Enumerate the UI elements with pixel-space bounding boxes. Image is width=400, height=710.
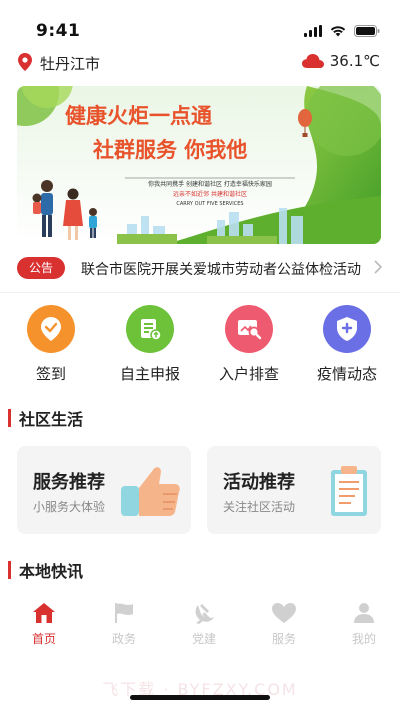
report-icon bbox=[126, 305, 174, 353]
shield-plus-icon bbox=[323, 305, 371, 353]
banner-tagline-1: 你我共同携手 创建和谐社区 打造幸福快乐家园 bbox=[148, 180, 272, 188]
cloud-icon bbox=[301, 54, 324, 68]
divider bbox=[0, 292, 400, 293]
city-selector[interactable]: 牡丹江市 bbox=[40, 53, 100, 74]
notice-text[interactable]: 联合市医院开展关爱城市劳动者公益体检活动 bbox=[81, 259, 365, 279]
section-marker bbox=[8, 409, 11, 427]
home-icon bbox=[4, 600, 84, 626]
check-in-icon bbox=[27, 305, 75, 353]
quick-action-report[interactable]: 自主申报 bbox=[105, 305, 195, 384]
tab-service[interactable]: 服务 bbox=[244, 600, 324, 647]
quick-action-label: 签到 bbox=[35, 365, 66, 383]
tab-profile[interactable]: 我的 bbox=[324, 600, 400, 647]
section-title: 本地快讯 bbox=[19, 562, 84, 581]
battery-icon bbox=[354, 25, 380, 37]
banner-tagline-3: CARRY OUT FIVE SERVICES bbox=[176, 201, 243, 207]
home-indicator bbox=[130, 695, 270, 700]
section-community: 社区生活 bbox=[8, 407, 83, 429]
inspection-icon bbox=[225, 305, 273, 353]
tab-home[interactable]: 首页 bbox=[4, 600, 84, 647]
notice-bar[interactable]: 公告 联合市医院开展关爱城市劳动者公益体检活动 bbox=[17, 256, 387, 282]
banner-illustration: 健康火炬一点通 社群服务 你我他 你我共同携手 创建和谐社区 打造幸福快乐家园 … bbox=[17, 86, 381, 244]
tab-label: 服务 bbox=[271, 632, 296, 646]
tab-label: 政务 bbox=[111, 632, 136, 646]
clipboard-icon bbox=[331, 466, 367, 516]
section-marker bbox=[8, 561, 11, 579]
temperature: 36.1℃ bbox=[329, 52, 380, 70]
quick-action-inspection[interactable]: 入户排查 bbox=[204, 305, 294, 384]
wifi-icon bbox=[330, 26, 346, 37]
card-title: 服务推荐 bbox=[33, 472, 105, 493]
tab-bar: 首页 政务 党建 服务 我的 bbox=[0, 600, 400, 660]
quick-action-label: 入户排查 bbox=[218, 365, 279, 383]
card-activity-recommend[interactable]: 活动推荐 关注社区活动 bbox=[207, 446, 381, 534]
section-title: 社区生活 bbox=[19, 410, 84, 429]
quick-action-epidemic[interactable]: 疫情动态 bbox=[302, 305, 392, 384]
section-news: 本地快讯 bbox=[8, 559, 83, 581]
notice-badge: 公告 bbox=[17, 257, 65, 279]
thumbs-up-icon bbox=[121, 467, 180, 516]
chevron-right-icon[interactable] bbox=[373, 259, 383, 275]
heart-icon bbox=[244, 600, 324, 626]
status-icons bbox=[304, 25, 380, 37]
status-time: 9:41 bbox=[36, 21, 81, 41]
quick-action-label: 疫情动态 bbox=[316, 365, 377, 383]
card-service-recommend[interactable]: 服务推荐 小服务大体验 bbox=[17, 446, 191, 534]
party-emblem-icon bbox=[164, 600, 244, 626]
location-row: 牡丹江市 36.1℃ bbox=[0, 50, 400, 76]
tab-government[interactable]: 政务 bbox=[84, 600, 164, 647]
tab-label: 党建 bbox=[191, 632, 216, 646]
card-subtitle: 关注社区活动 bbox=[223, 500, 296, 514]
quick-action-check-in[interactable]: 签到 bbox=[6, 305, 96, 384]
card-subtitle: 小服务大体验 bbox=[33, 500, 106, 514]
promo-banner[interactable]: 健康火炬一点通 社群服务 你我他 你我共同携手 创建和谐社区 打造幸福快乐家园 … bbox=[17, 86, 381, 244]
flag-icon bbox=[84, 600, 164, 626]
user-icon bbox=[324, 600, 400, 626]
status-bar: 9:41 bbox=[0, 0, 400, 44]
banner-headline-2: 社群服务 你我他 bbox=[92, 138, 247, 162]
card-title: 活动推荐 bbox=[223, 472, 295, 493]
signal-icon bbox=[304, 25, 322, 37]
banner-headline-1: 健康火炬一点通 bbox=[65, 104, 212, 128]
tab-label: 我的 bbox=[351, 632, 376, 646]
quick-actions: 签到 自主申报 入户排查 疫情动态 bbox=[0, 305, 400, 385]
quick-action-label: 自主申报 bbox=[119, 365, 180, 383]
weather: 36.1℃ bbox=[301, 52, 380, 70]
tab-label: 首页 bbox=[31, 632, 56, 646]
banner-tagline-2: 远亲不如近邻 共建和谐社区 bbox=[173, 190, 247, 198]
tab-party[interactable]: 党建 bbox=[164, 600, 244, 647]
location-pin-icon bbox=[18, 53, 32, 71]
